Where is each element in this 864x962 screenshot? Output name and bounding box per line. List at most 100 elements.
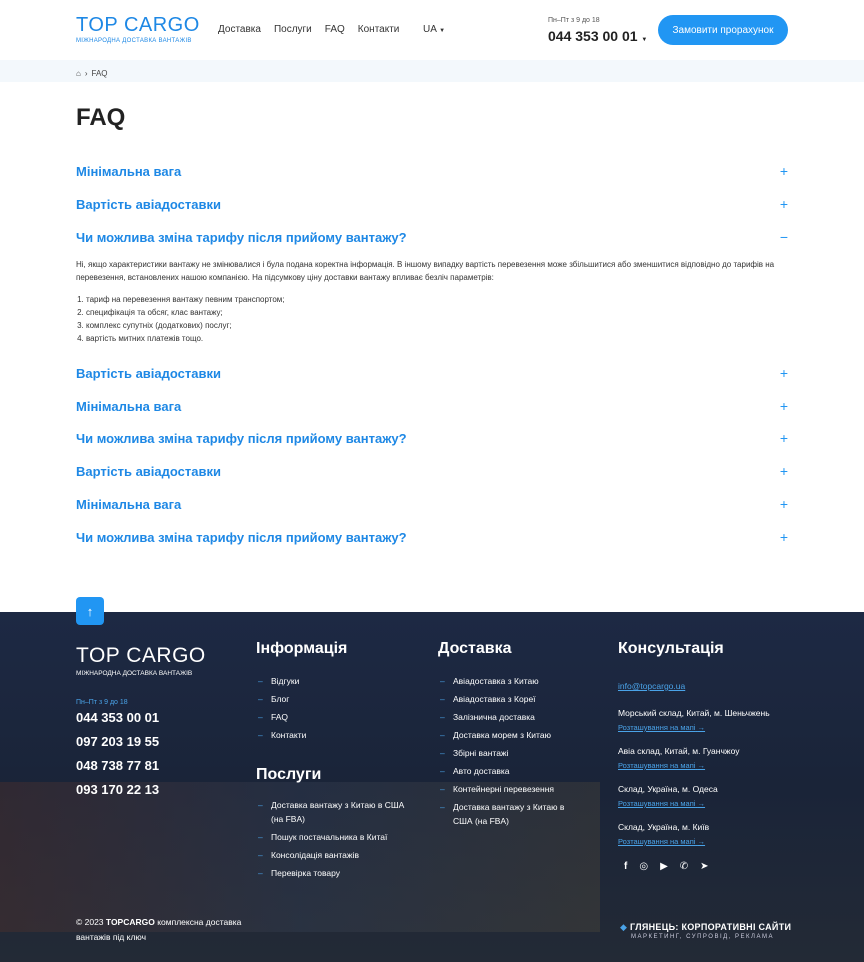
map-link-label: Розташування на мапі [618, 761, 696, 770]
consult-heading: Консультація [618, 640, 724, 657]
arrow-right-icon: → [697, 761, 706, 770]
youtube-icon[interactable]: ▶ [660, 861, 668, 872]
delivery-heading: Доставка [438, 640, 512, 657]
footer-link[interactable]: Авіадоставка з Кореї [438, 690, 578, 708]
instagram-icon[interactable]: ◎ [639, 861, 648, 872]
faq-item[interactable]: Вартість авіадоставки + [76, 363, 788, 383]
faq-item[interactable]: Чи можлива зміна тарифу після прийому ва… [76, 428, 788, 448]
footer: TOP CARGO МІЖНАРОДНА ДОСТАВКА ВАНТАЖІВ П… [0, 612, 864, 962]
breadcrumb: ⌂ › FAQ [0, 60, 864, 82]
plus-icon: + [779, 365, 788, 381]
faq-item[interactable]: Вартість авіадоставки + [76, 461, 788, 481]
faq-item[interactable]: Мінімальна вага + [76, 161, 788, 181]
copyright-year: © 2023 [76, 917, 106, 927]
phone-link[interactable]: 093 170 22 13 [76, 778, 159, 802]
logo-subtitle: МІЖНАРОДНА ДОСТАВКА ВАНТАЖІВ [76, 38, 192, 44]
answer-list: тариф на перевезення вантажу певним тран… [76, 293, 788, 345]
services-heading: Послуги [256, 766, 322, 783]
answer-list-item: комплекс супутніх (додаткових) послуг; [86, 319, 788, 332]
answer-list-item: тариф на перевезення вантажу певним тран… [86, 293, 788, 306]
page-title: FAQ [76, 104, 126, 131]
faq-item[interactable]: Вартість авіадоставки + [76, 194, 788, 214]
logo-subtitle: МІЖНАРОДНА ДОСТАВКА ВАНТАЖІВ [76, 670, 193, 677]
faq-answer: Ні, якщо характеристики вантажу не зміню… [76, 258, 788, 345]
language-selector[interactable]: UA ▼ [423, 24, 445, 35]
back-to-top-button[interactable]: ↑ [76, 597, 104, 625]
nav-delivery[interactable]: Доставка [218, 24, 261, 35]
answer-list-item: специфікація та обсяг, клас вантажу; [86, 306, 788, 319]
footer-logo[interactable]: TOP CARGO МІЖНАРОДНА ДОСТАВКА ВАНТАЖІВ [76, 644, 206, 677]
map-link-label: Розташування на мапі [618, 837, 696, 846]
viber-icon[interactable]: ✆ [680, 861, 688, 872]
chevron-down-icon: ▼ [641, 37, 648, 43]
footer-link[interactable]: Відгуки [256, 672, 306, 690]
footer-link[interactable]: Контейнерні перевезення [438, 780, 578, 798]
developer-logo-icon: ◆ [620, 922, 628, 932]
logo[interactable]: TOP CARGO МІЖНАРОДНА ДОСТАВКА ВАНТАЖІВ [76, 14, 200, 44]
telegram-icon[interactable]: ➤ [700, 861, 708, 872]
request-quote-button[interactable]: Замовити прорахунок [658, 15, 788, 45]
chevron-down-icon: ▼ [439, 28, 446, 34]
faq-question: Чи можлива зміна тарифу після прийому ва… [76, 229, 407, 245]
footer-link[interactable]: Авіадоставка з Китаю [438, 672, 578, 690]
breadcrumb-current: FAQ [91, 69, 108, 78]
plus-icon: + [779, 163, 788, 179]
nav-contacts[interactable]: Контакти [358, 24, 400, 35]
footer-link[interactable]: FAQ [256, 708, 306, 726]
footer-link[interactable]: Збірні вантажі [438, 744, 578, 762]
footer-link[interactable]: Доставка морем з Китаю [438, 726, 578, 744]
faq-question: Чи можлива зміна тарифу після прийому ва… [76, 430, 407, 446]
plus-icon: + [779, 398, 788, 414]
map-link[interactable]: Розташування на мапі → [618, 723, 818, 732]
map-link[interactable]: Розташування на мапі → [618, 837, 818, 846]
faq-item[interactable]: Мінімальна вага + [76, 494, 788, 514]
footer-link[interactable]: Блог [256, 690, 306, 708]
phone-link[interactable]: 048 738 77 81 [76, 754, 159, 778]
developer-subtitle: МАРКЕТИНГ, СУПРОВІД, РЕКЛАМА [631, 934, 774, 940]
address: Морський склад, Китай, м. Шеньчжень [618, 708, 770, 718]
breadcrumb-separator: › [84, 69, 88, 78]
arrow-right-icon: → [697, 799, 706, 808]
faq-question: Вартість авіадоставки [76, 463, 221, 479]
phone-number: 044 353 00 01 [548, 28, 638, 44]
footer-link[interactable]: Авто доставка [438, 762, 578, 780]
services-links: Доставка вантажу з Китаю в США (на FBA) … [256, 798, 406, 880]
info-links: Відгуки Блог FAQ Контакти [256, 672, 306, 744]
email-link[interactable]: info@topcargo.ua [618, 681, 685, 691]
main-nav: Доставка Послуги FAQ Контакти [218, 24, 399, 35]
delivery-links: Авіадоставка з Китаю Авіадоставка з Коре… [438, 672, 578, 828]
footer-link[interactable]: Контакти [256, 726, 306, 744]
faq-item[interactable]: Чи можлива зміна тарифу після прийому ва… [76, 527, 788, 547]
developer-credit[interactable]: ◆ ГЛЯНЕЦЬ: КОРПОРАТИВНІ САЙТИ МАРКЕТИНГ,… [620, 922, 791, 940]
phone-link[interactable]: 044 353 00 01 [76, 706, 159, 730]
phone-selector[interactable]: 044 353 00 01 ▼ [548, 28, 647, 44]
logo-text: TOP CARGO [76, 14, 200, 36]
plus-icon: + [779, 529, 788, 545]
logo-text: TOP CARGO [76, 644, 206, 667]
footer-link[interactable]: Перевірка товару [256, 866, 406, 880]
answer-text: Ні, якщо характеристики вантажу не зміню… [76, 260, 775, 282]
answer-list-item: вартість митних платежів тощо. [86, 332, 788, 345]
work-hours: Пн–Пт з 9 до 18 [548, 17, 600, 24]
footer-link[interactable]: Пошук постачальника в Китаї [256, 830, 406, 844]
home-icon[interactable]: ⌂ [76, 69, 81, 78]
nav-faq[interactable]: FAQ [325, 24, 345, 35]
footer-link[interactable]: Залізнична доставка [438, 708, 578, 726]
plus-icon: + [779, 463, 788, 479]
minus-icon: − [779, 229, 788, 245]
faq-item[interactable]: Мінімальна вага + [76, 396, 788, 416]
copyright: © 2023 TOPCARGO комплексна доставка вант… [76, 915, 256, 945]
facebook-icon[interactable]: f [624, 861, 627, 872]
address: Склад, Україна, м. Одеса [618, 784, 718, 794]
social-links: f ◎ ▶ ✆ ➤ [624, 861, 709, 872]
header: TOP CARGO МІЖНАРОДНА ДОСТАВКА ВАНТАЖІВ Д… [0, 0, 864, 60]
map-link[interactable]: Розташування на мапі → [618, 799, 818, 808]
footer-link[interactable]: Консолідація вантажів [256, 848, 406, 862]
map-link[interactable]: Розташування на мапі → [618, 761, 818, 770]
footer-link[interactable]: Доставка вантажу з Китаю в США (на FBA) [438, 798, 578, 828]
nav-services[interactable]: Послуги [274, 24, 312, 35]
address: Склад, Україна, м. Київ [618, 822, 710, 832]
phone-link[interactable]: 097 203 19 55 [76, 730, 159, 754]
faq-item-open[interactable]: Чи можлива зміна тарифу після прийому ва… [76, 227, 788, 247]
footer-link[interactable]: Доставка вантажу з Китаю в США (на FBA) [256, 798, 406, 826]
